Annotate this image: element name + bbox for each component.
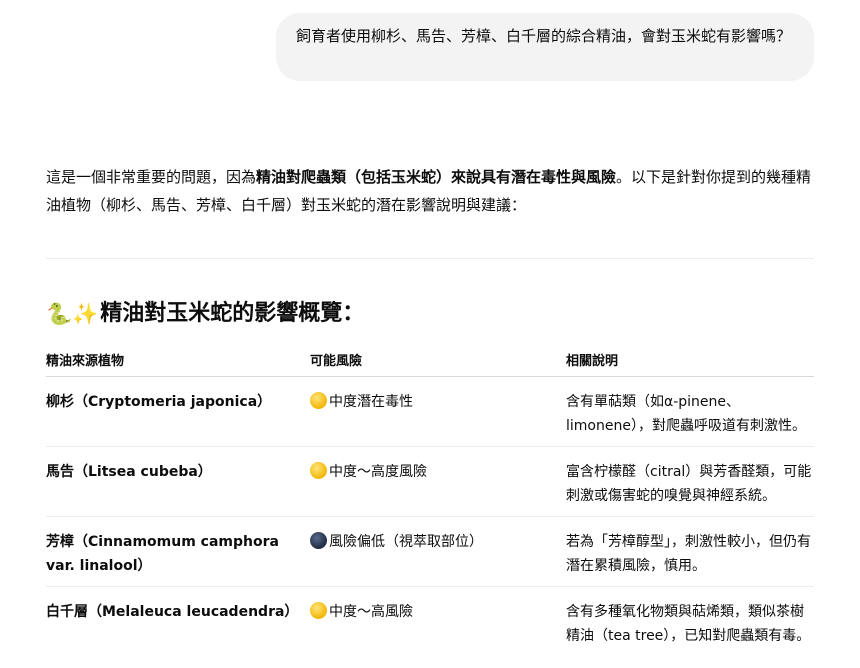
note-cell: 含有多種氧化物類與萜烯類，類似茶樹精油（tea tree），已知對爬蟲類有毒。 (566, 604, 811, 644)
table-row: 馬告（Litsea cubeba） 中度～高度風險 富含柠檬醛（citral）與… (46, 447, 814, 517)
effects-table: 精油來源植物 可能風險 相關說明 柳杉（Cryptomeria japonica… (46, 346, 814, 656)
plant-cell: 馬告（Litsea cubeba） (46, 464, 212, 480)
plant-cell: 芳樟（Cinnamomum camphora var. linalool） (46, 534, 279, 574)
section-heading: 🐍✨ 精油對玉米蛇的影響概覽： (46, 298, 364, 330)
plant-cell: 白千層（Melaleuca leucadendra） (46, 604, 299, 620)
risk-cell: 中度～高度風險 (310, 447, 566, 516)
table-row: 柳杉（Cryptomeria japonica） 中度潛在毒性 含有單萜類（如α… (46, 377, 814, 447)
table-header-plant: 精油來源植物 (46, 354, 125, 369)
risk-text: 中度～高度風險 (329, 464, 427, 480)
risk-text: 中度潛在毒性 (329, 394, 413, 410)
section-heading-text: 精油對玉米蛇的影響概覽： (100, 301, 365, 326)
user-message-text: 飼育者使用柳杉、馬告、芳樟、白千層的綜合精油，會對玉米蛇有影響嗎？ (296, 27, 792, 45)
snake-sparkles-icon: 🐍✨ (46, 302, 99, 326)
yellow-circle-icon (310, 602, 327, 619)
risk-cell: 中度潛在毒性 (310, 377, 566, 446)
risk-text: 中度～高風險 (329, 604, 413, 620)
divider (46, 258, 814, 259)
table-header-row: 精油來源植物 可能風險 相關說明 (46, 346, 814, 377)
note-cell: 富含柠檬醛（citral）與芳香醛類，可能刺激或傷害蛇的嗅覺與神經系統。 (566, 464, 812, 504)
intro-bold-text: 精油對爬蟲類（包括玉米蛇）來說具有潛在毒性與風險 (256, 168, 617, 186)
response-intro: 這是一個非常重要的問題，因為精油對爬蟲類（包括玉米蛇）來說具有潛在毒性與風險。以… (46, 163, 816, 219)
risk-cell: 風險偏低（視萃取部位） (310, 517, 566, 586)
table-header-notes: 相關說明 (566, 354, 619, 369)
note-cell: 若為「芳樟醇型」，刺激性較小，但仍有潛在累積風險，慎用。 (566, 534, 811, 574)
table-header-risk: 可能風險 (310, 354, 363, 369)
table-row: 白千層（Melaleuca leucadendra） 中度～高風險 含有多種氧化… (46, 587, 814, 656)
intro-text-1: 這是一個非常重要的問題，因為 (46, 168, 257, 186)
table-row: 芳樟（Cinnamomum camphora var. linalool） 風險… (46, 517, 814, 587)
risk-text: 風險偏低（視萃取部位） (329, 534, 483, 550)
yellow-circle-icon (310, 392, 327, 409)
plant-cell: 柳杉（Cryptomeria japonica） (46, 394, 272, 410)
user-message-bubble: 飼育者使用柳杉、馬告、芳樟、白千層的綜合精油，會對玉米蛇有影響嗎？ (276, 13, 814, 81)
note-cell: 含有單萜類（如α-pinene、limonene），對爬蟲呼吸道有刺激性。 (566, 394, 806, 434)
risk-cell: 中度～高風險 (310, 587, 566, 656)
yellow-circle-icon (310, 462, 327, 479)
dark-circle-icon (310, 532, 327, 549)
